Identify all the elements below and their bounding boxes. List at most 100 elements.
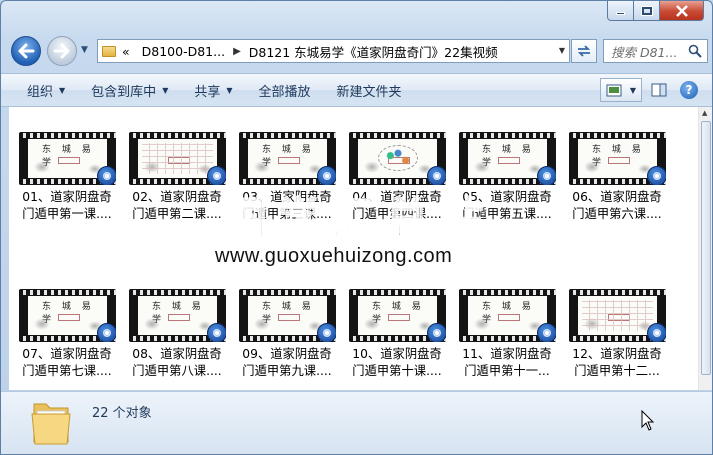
- watermark-title: 国学汇总站: [222, 193, 493, 246]
- file-name: 11、道家阴盘奇 门遁甲第十一...: [455, 346, 559, 380]
- folder-icon: [31, 403, 71, 445]
- video-thumbnail: 东 城 易 学: [349, 132, 446, 185]
- file-name: 09、道家阴盘奇 门遁甲第九课....: [235, 346, 339, 380]
- chevron-down-icon: ▼: [162, 85, 169, 95]
- video-thumbnail: 东 城 易 学: [239, 289, 336, 342]
- media-player-icon: [537, 166, 556, 185]
- view-icon: [606, 84, 622, 96]
- search-placeholder: 搜索 D81...: [611, 44, 678, 60]
- share-menu[interactable]: 共享 ▼: [188, 77, 238, 103]
- film-strip: [349, 133, 446, 138]
- breadcrumb-separator-icon[interactable]: ▶: [233, 46, 241, 57]
- file-name-line: 门遁甲第十二...: [574, 364, 660, 378]
- search-icon[interactable]: [688, 44, 702, 58]
- change-view-button[interactable]: ▼: [600, 78, 642, 102]
- file-item[interactable]: 东 城 易 学 02、道家阴盘奇门遁甲第二课....: [125, 132, 229, 223]
- details-pane: 22 个对象: [1, 391, 712, 454]
- preview-pane-button[interactable]: [646, 78, 672, 102]
- file-item[interactable]: 东 城 易 学 11、道家阴盘奇门遁甲第十一...: [455, 289, 559, 380]
- scrollbar-thumb[interactable]: [701, 121, 711, 375]
- file-name-line: 01、道家阴盘奇: [22, 190, 112, 204]
- maximize-icon: [640, 5, 653, 16]
- video-thumbnail: 东 城 易 学: [239, 132, 336, 185]
- film-strip: [129, 290, 226, 295]
- media-player-icon: [427, 323, 446, 342]
- play-all-button[interactable]: 全部播放: [253, 77, 317, 103]
- file-item[interactable]: 东 城 易 学 06、道家阴盘奇门遁甲第六课....: [565, 132, 669, 223]
- play-all-label: 全部播放: [258, 84, 311, 100]
- media-player-icon: [647, 166, 666, 185]
- video-thumbnail: 东 城 易 学: [129, 132, 226, 185]
- new-folder-button[interactable]: 新建文件夹: [331, 77, 408, 103]
- organize-menu[interactable]: 组织 ▼: [21, 77, 71, 103]
- refresh-icon: [577, 45, 591, 57]
- video-frame: 东 城 易 学: [468, 139, 547, 178]
- folder-icon: [102, 45, 116, 57]
- film-strip: [239, 290, 336, 295]
- caption-buttons: [607, 1, 704, 21]
- file-item[interactable]: 东 城 易 学 08、道家阴盘奇门遁甲第八课....: [125, 289, 229, 380]
- video-frame: 东 城 易 学: [248, 139, 327, 178]
- file-item[interactable]: 东 城 易 学 07、道家阴盘奇门遁甲第七课....: [15, 289, 119, 380]
- video-frame: 东 城 易 学: [138, 296, 217, 335]
- media-player-icon: [97, 166, 116, 185]
- view-controls: ▼ ?: [600, 78, 702, 102]
- video-thumbnail: 东 城 易 学: [19, 132, 116, 185]
- address-dropdown-icon[interactable]: ▼: [559, 46, 565, 55]
- file-item[interactable]: 东 城 易 学 09、道家阴盘奇门遁甲第九课....: [235, 289, 339, 380]
- chevron-down-icon[interactable]: ▼: [630, 86, 636, 95]
- file-name-line: 08、道家阴盘奇: [132, 347, 222, 361]
- breadcrumb-overflow[interactable]: «: [122, 44, 130, 59]
- search-input[interactable]: 搜索 D81...: [603, 39, 708, 63]
- media-player-icon: [537, 323, 556, 342]
- file-name-line: 11、道家阴盘奇: [462, 347, 552, 361]
- file-name: 10、道家阴盘奇 门遁甲第十课....: [345, 346, 449, 380]
- include-in-library-menu[interactable]: 包含到库中 ▼: [85, 77, 174, 103]
- file-name-line: 12、道家阴盘奇: [572, 347, 662, 361]
- film-strip: [19, 290, 116, 295]
- video-frame: 东 城 易 学: [248, 296, 327, 335]
- file-item[interactable]: 东 城 易 学 10、道家阴盘奇门遁甲第十课....: [345, 289, 449, 380]
- video-frame: 东 城 易 学: [358, 296, 437, 335]
- video-thumbnail: 东 城 易 学: [19, 289, 116, 342]
- back-arrow-icon: [18, 43, 35, 59]
- file-name-line: 09、道家阴盘奇: [242, 347, 332, 361]
- film-strip: [569, 133, 666, 138]
- file-name: 07、道家阴盘奇 门遁甲第七课....: [15, 346, 119, 380]
- video-thumbnail: 东 城 易 学: [459, 132, 556, 185]
- video-thumbnail: 东 城 易 学: [569, 289, 666, 342]
- file-name-line: 门遁甲第十一...: [464, 364, 550, 378]
- preview-pane-icon: [651, 83, 667, 97]
- file-name-line: 10、道家阴盘奇: [352, 347, 442, 361]
- file-name-line: 门遁甲第八课....: [132, 364, 222, 378]
- media-player-icon: [97, 323, 116, 342]
- mouse-cursor-icon: [641, 410, 655, 431]
- file-item[interactable]: 东 城 易 学 12、道家阴盘奇门遁甲第十二...: [565, 289, 669, 380]
- film-strip: [129, 133, 226, 138]
- forward-button[interactable]: [47, 36, 77, 66]
- minimize-button[interactable]: [607, 1, 634, 21]
- film-strip: [569, 290, 666, 295]
- breadcrumb-current[interactable]: D8121 东城易学《道家阴盘奇门》22集视频: [249, 42, 498, 61]
- vertical-scrollbar[interactable]: ▲: [698, 107, 712, 390]
- close-button[interactable]: [660, 1, 704, 21]
- help-button[interactable]: ?: [676, 78, 702, 102]
- back-button[interactable]: [11, 36, 41, 66]
- file-name: 06、道家阴盘奇 门遁甲第六课....: [565, 189, 669, 223]
- file-name-line: 07、道家阴盘奇: [22, 347, 112, 361]
- file-name-line: 门遁甲第九课....: [242, 364, 332, 378]
- new-folder-label: 新建文件夹: [336, 84, 402, 100]
- watermark-url: www.guoxuehuizong.com: [215, 245, 453, 267]
- video-thumbnail: 东 城 易 学: [349, 289, 446, 342]
- recent-pages-dropdown[interactable]: ▼: [81, 45, 95, 59]
- media-player-icon: [647, 323, 666, 342]
- address-bar[interactable]: « D8100-D81... ▶ D8121 东城易学《道家阴盘奇门》22集视频…: [97, 39, 570, 63]
- film-strip: [459, 290, 556, 295]
- file-name-line: 门遁甲第七课....: [22, 364, 112, 378]
- file-item[interactable]: 东 城 易 学 01、道家阴盘奇门遁甲第一课....: [15, 132, 119, 223]
- refresh-button[interactable]: [571, 39, 597, 63]
- scroll-up-icon[interactable]: ▲: [702, 109, 707, 117]
- maximize-button[interactable]: [634, 1, 660, 21]
- media-player-icon: [317, 323, 336, 342]
- breadcrumb-parent[interactable]: D8100-D81...: [142, 44, 225, 59]
